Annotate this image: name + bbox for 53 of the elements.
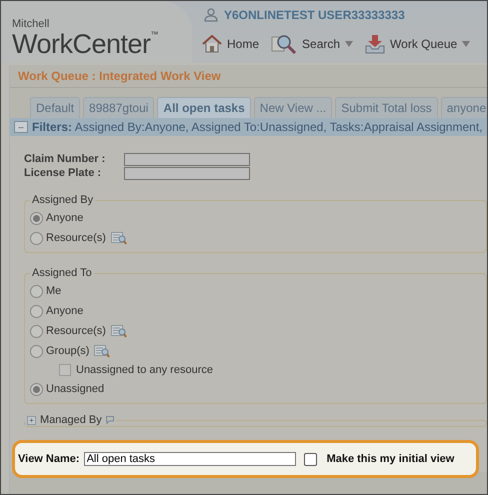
radio-button[interactable] (30, 212, 43, 224)
home-icon (202, 35, 222, 53)
option-label: Group(s) (46, 345, 90, 357)
expand-button[interactable]: + (27, 416, 36, 424)
user-name: Y6ONLINETEST USER33333333 (224, 8, 405, 22)
radio-button[interactable] (30, 232, 43, 244)
brand-logo: WorkCenter$^{™}$ (12, 30, 160, 58)
group-title: Managed By (40, 414, 102, 426)
nav-button[interactable]: Home (202, 34, 260, 54)
lookup-icon[interactable] (110, 324, 127, 338)
user-icon (204, 8, 218, 22)
option-label: Unassigned to any resource (76, 364, 213, 376)
filter-summary: Filters: Assigned By:Anyone, Assigned To:Unassigned, Tasks:Appraisal Assignment, (32, 120, 482, 134)
radio-button[interactable] (30, 344, 43, 358)
view-tab[interactable]: New View ... (254, 97, 332, 118)
page-title: Work Queue : Integrated Work View (10, 65, 487, 88)
lookup-icon[interactable] (110, 231, 127, 245)
search-icon (271, 34, 298, 54)
radio-button[interactable] (30, 304, 43, 318)
radio-button[interactable] (30, 284, 43, 298)
option-label: Anyone (46, 212, 84, 224)
checkbox-label: Make this my initial view (326, 453, 454, 465)
nav-button[interactable]: Search (271, 34, 354, 54)
comment-icon (106, 416, 114, 424)
caret-icon (462, 41, 470, 47)
nav-button[interactable]: Work Queue (365, 34, 470, 54)
option-label: Resource(s) (46, 325, 106, 337)
checkbox[interactable] (304, 452, 317, 466)
view-tab[interactable]: 89887gtoui (83, 97, 154, 118)
option-label: Resource(s) (46, 232, 106, 244)
input-field[interactable] (124, 166, 250, 180)
view-tab[interactable]: Submit Total loss (335, 97, 438, 118)
brand-subtitle: Mitchell (12, 18, 50, 30)
radio-button[interactable] (30, 382, 43, 396)
collapse-button[interactable]: – (14, 121, 28, 133)
field-label: License Plate : (24, 167, 102, 179)
view-tab[interactable]: All open tasks (157, 97, 251, 118)
option-label: Me (46, 285, 62, 297)
group-title: Assigned To (31, 267, 93, 279)
option-label: Unassigned (46, 383, 104, 395)
checkbox[interactable] (59, 364, 71, 376)
view-tab[interactable]: anyone (440, 97, 487, 118)
input-field[interactable] (124, 152, 250, 166)
radio-button[interactable] (30, 324, 43, 338)
inbox-download-icon (365, 34, 386, 54)
group-title: Assigned By (31, 194, 94, 206)
view-tab[interactable]: Default (30, 97, 80, 118)
caret-icon (345, 41, 354, 47)
lookup-icon[interactable] (94, 344, 110, 358)
option-label: Anyone (46, 305, 84, 317)
view-name-field[interactable]: All open tasks (84, 452, 296, 466)
field-label: Claim Number : (24, 153, 106, 165)
field-label: View Name: (18, 453, 80, 465)
